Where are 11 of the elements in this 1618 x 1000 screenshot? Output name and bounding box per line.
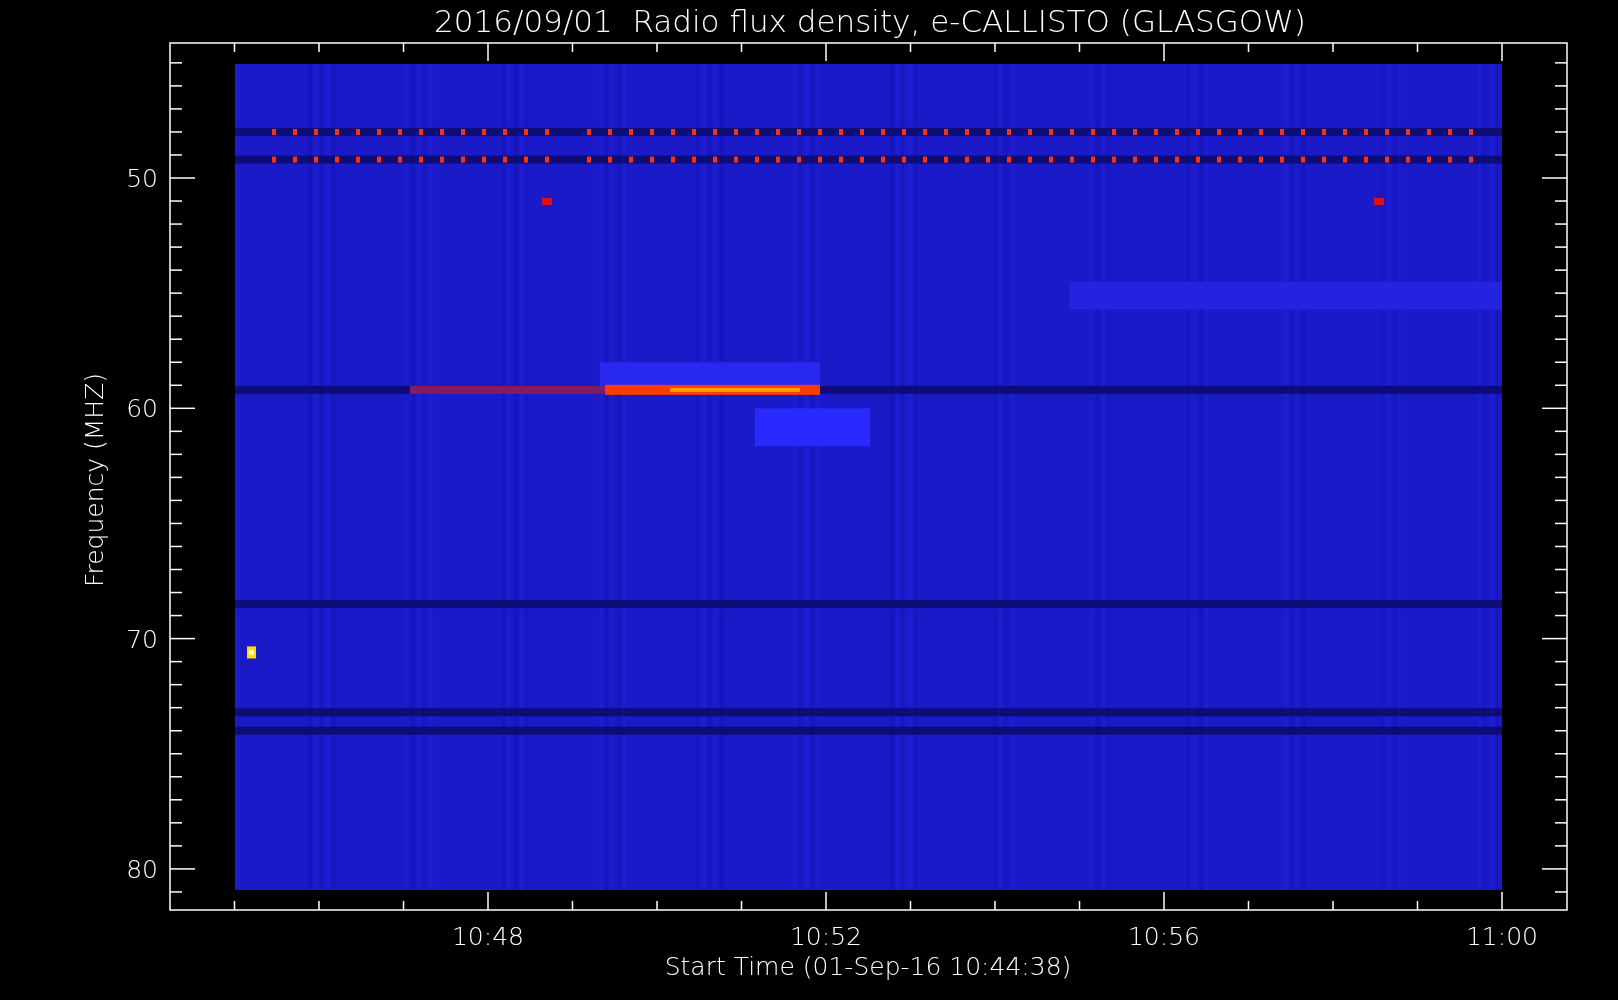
x-tick-label: 10:48 xyxy=(452,922,524,951)
x-axis-label: Start Time (01-Sep-16 10:44:38) xyxy=(664,952,1072,981)
y-tick-label: 70 xyxy=(126,624,158,654)
y-tick-label: 80 xyxy=(126,854,158,884)
y-tick-label: 50 xyxy=(126,164,158,193)
y-axis-label: Frequency (MHZ) xyxy=(80,372,109,588)
chart-title: 2016/09/01 Radio flux density, e-CALLISTO (GLASGOW) xyxy=(434,3,1306,39)
y-tick-label: 60 xyxy=(126,394,158,424)
x-tick-label: 11:00 xyxy=(1466,922,1538,951)
x-tick-label: 10:56 xyxy=(1128,922,1200,951)
x-tick-label: 10:52 xyxy=(790,922,862,951)
